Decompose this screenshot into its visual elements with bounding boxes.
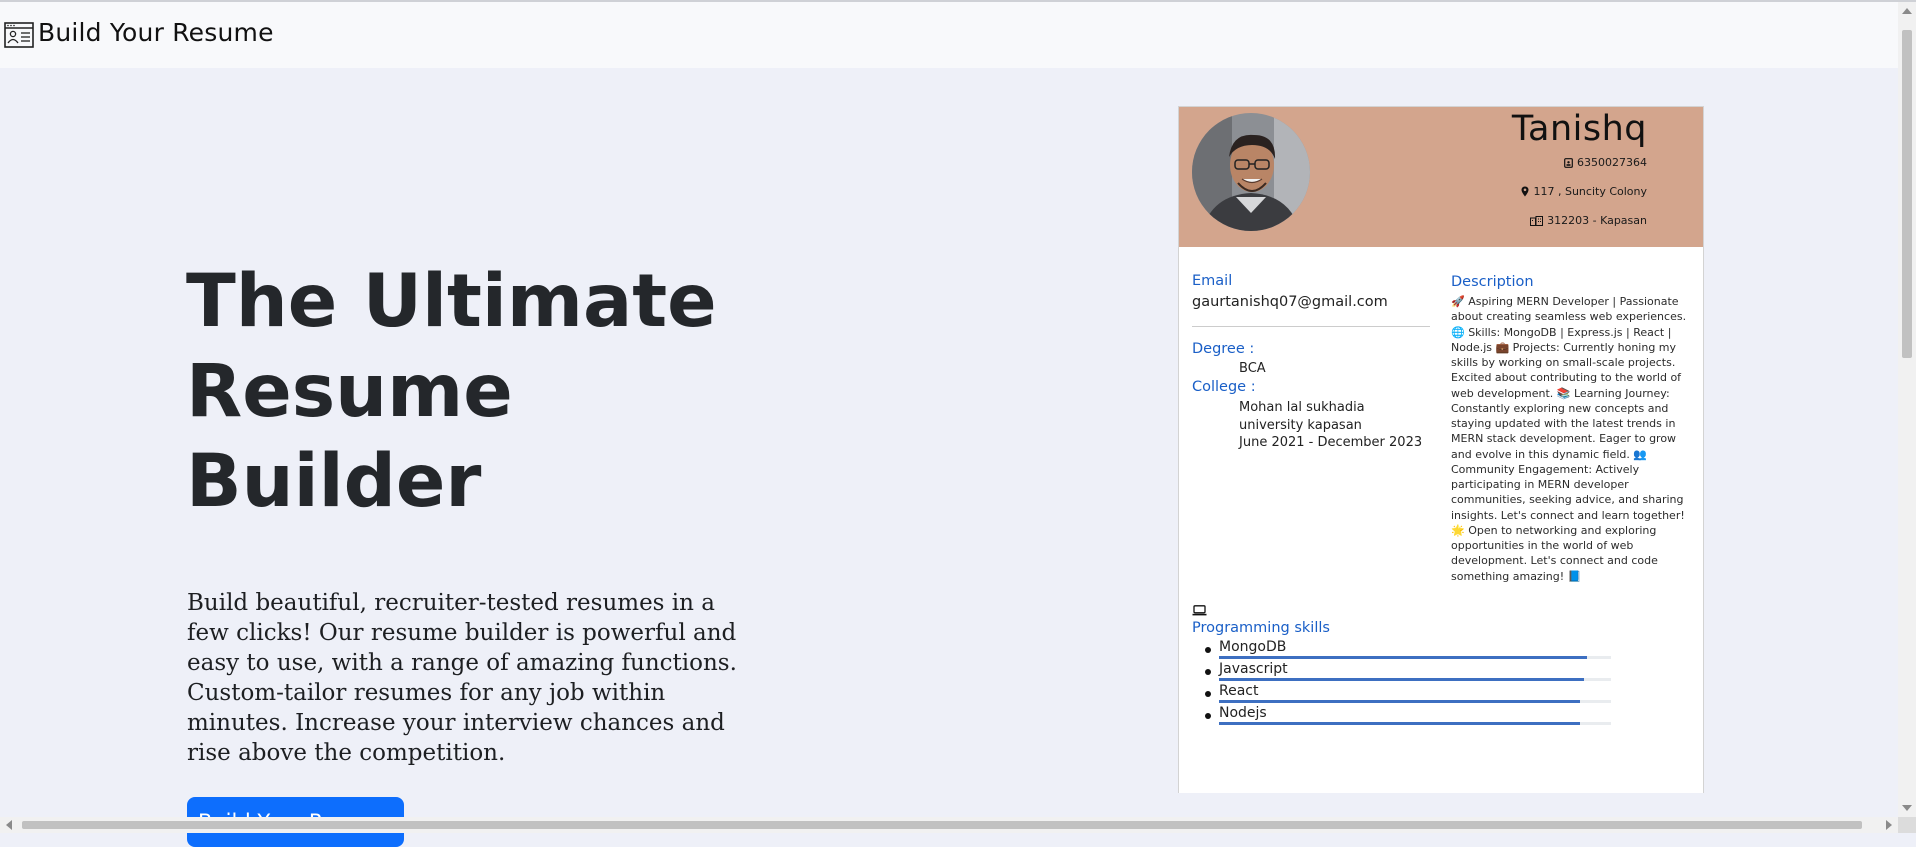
college-label: College : — [1192, 379, 1256, 395]
skill-progress-bar — [1219, 700, 1611, 703]
pincode-text: 312203 - Kapasan — [1547, 214, 1647, 227]
scroll-up-arrow-icon[interactable] — [1902, 8, 1912, 14]
hero-title-line: Resume — [186, 349, 513, 434]
resume-header: Tanishq 6350027364 117 , Suncity Colony … — [1179, 107, 1703, 247]
scroll-right-arrow-icon[interactable] — [1886, 820, 1892, 830]
hero-description: Build beautiful, recruiter-tested resume… — [187, 590, 737, 766]
resume-preview: Tanishq 6350027364 117 , Suncity Colony … — [1178, 106, 1704, 793]
navbar: Build Your Resume — [0, 2, 1898, 68]
map-pin-icon — [1521, 186, 1529, 197]
skill-item: Javascript — [1179, 661, 1703, 683]
phone-text: 6350027364 — [1577, 156, 1647, 169]
description-text: 🚀 Aspiring MERN Developer | Passionate a… — [1451, 295, 1687, 583]
skill-name: MongoDB — [1219, 639, 1287, 655]
resume-name: Tanishq — [1511, 109, 1647, 149]
skill-progress-bar — [1219, 678, 1611, 681]
hero-title-line: The Ultimate — [186, 259, 717, 344]
skill-name: Javascript — [1219, 661, 1288, 677]
bullet — [1205, 647, 1211, 653]
skill-progress-fill — [1219, 700, 1580, 703]
resume-card-icon — [4, 22, 34, 48]
skill-item: React — [1179, 683, 1703, 705]
vertical-scrollbar[interactable] — [1898, 2, 1916, 817]
vertical-scroll-thumb[interactable] — [1902, 30, 1912, 358]
skill-item: MongoDB — [1179, 639, 1703, 661]
skill-progress-bar — [1219, 722, 1611, 725]
skill-progress-bar — [1219, 656, 1611, 659]
description-label: Description — [1451, 274, 1534, 290]
degree-value: BCA — [1239, 361, 1266, 376]
skill-progress-fill — [1219, 678, 1584, 681]
horizontal-scroll-thumb[interactable] — [22, 821, 1862, 829]
avatar — [1192, 113, 1310, 231]
college-dates: June 2021 - December 2023 — [1239, 435, 1423, 450]
skills-label: Programming skills — [1192, 620, 1330, 636]
hero-title: The Ultimate Resume Builder — [186, 257, 786, 527]
skill-progress-fill — [1219, 656, 1588, 659]
hero-title-line: Builder — [186, 439, 482, 524]
resume-address: 117 , Suncity Colony — [1521, 185, 1647, 198]
skill-item: Nodejs — [1179, 705, 1703, 727]
degree-label: Degree : — [1192, 341, 1255, 357]
resume-phone: 6350027364 — [1564, 156, 1647, 169]
scroll-down-arrow-icon[interactable] — [1902, 805, 1912, 811]
laptop-icon — [1192, 601, 1207, 620]
bullet — [1205, 669, 1211, 675]
skill-name: Nodejs — [1219, 705, 1267, 721]
skill-name: React — [1219, 683, 1259, 699]
horizontal-scrollbar[interactable] — [0, 817, 1898, 833]
phone-icon — [1564, 157, 1573, 168]
skills-list: MongoDB Javascript React Nodejs — [1179, 639, 1703, 727]
address-text: 117 , Suncity Colony — [1533, 185, 1647, 198]
bullet — [1205, 691, 1211, 697]
scroll-left-arrow-icon[interactable] — [6, 820, 12, 830]
buildings-icon — [1530, 215, 1544, 226]
bullet — [1205, 713, 1211, 719]
description-block: Description 🚀 Aspiring MERN Developer | … — [1451, 273, 1691, 584]
scrollbar-corner — [1898, 817, 1916, 833]
resume-pincode: 312203 - Kapasan — [1530, 214, 1647, 227]
email-value: gaurtanishq07@gmail.com — [1192, 294, 1388, 310]
email-label: Email — [1192, 273, 1233, 289]
brand-link[interactable]: Build Your Resume — [38, 18, 274, 47]
divider — [1192, 326, 1430, 327]
college-name: Mohan lal sukhadia university kapasan — [1239, 400, 1365, 433]
skill-progress-fill — [1219, 722, 1580, 725]
